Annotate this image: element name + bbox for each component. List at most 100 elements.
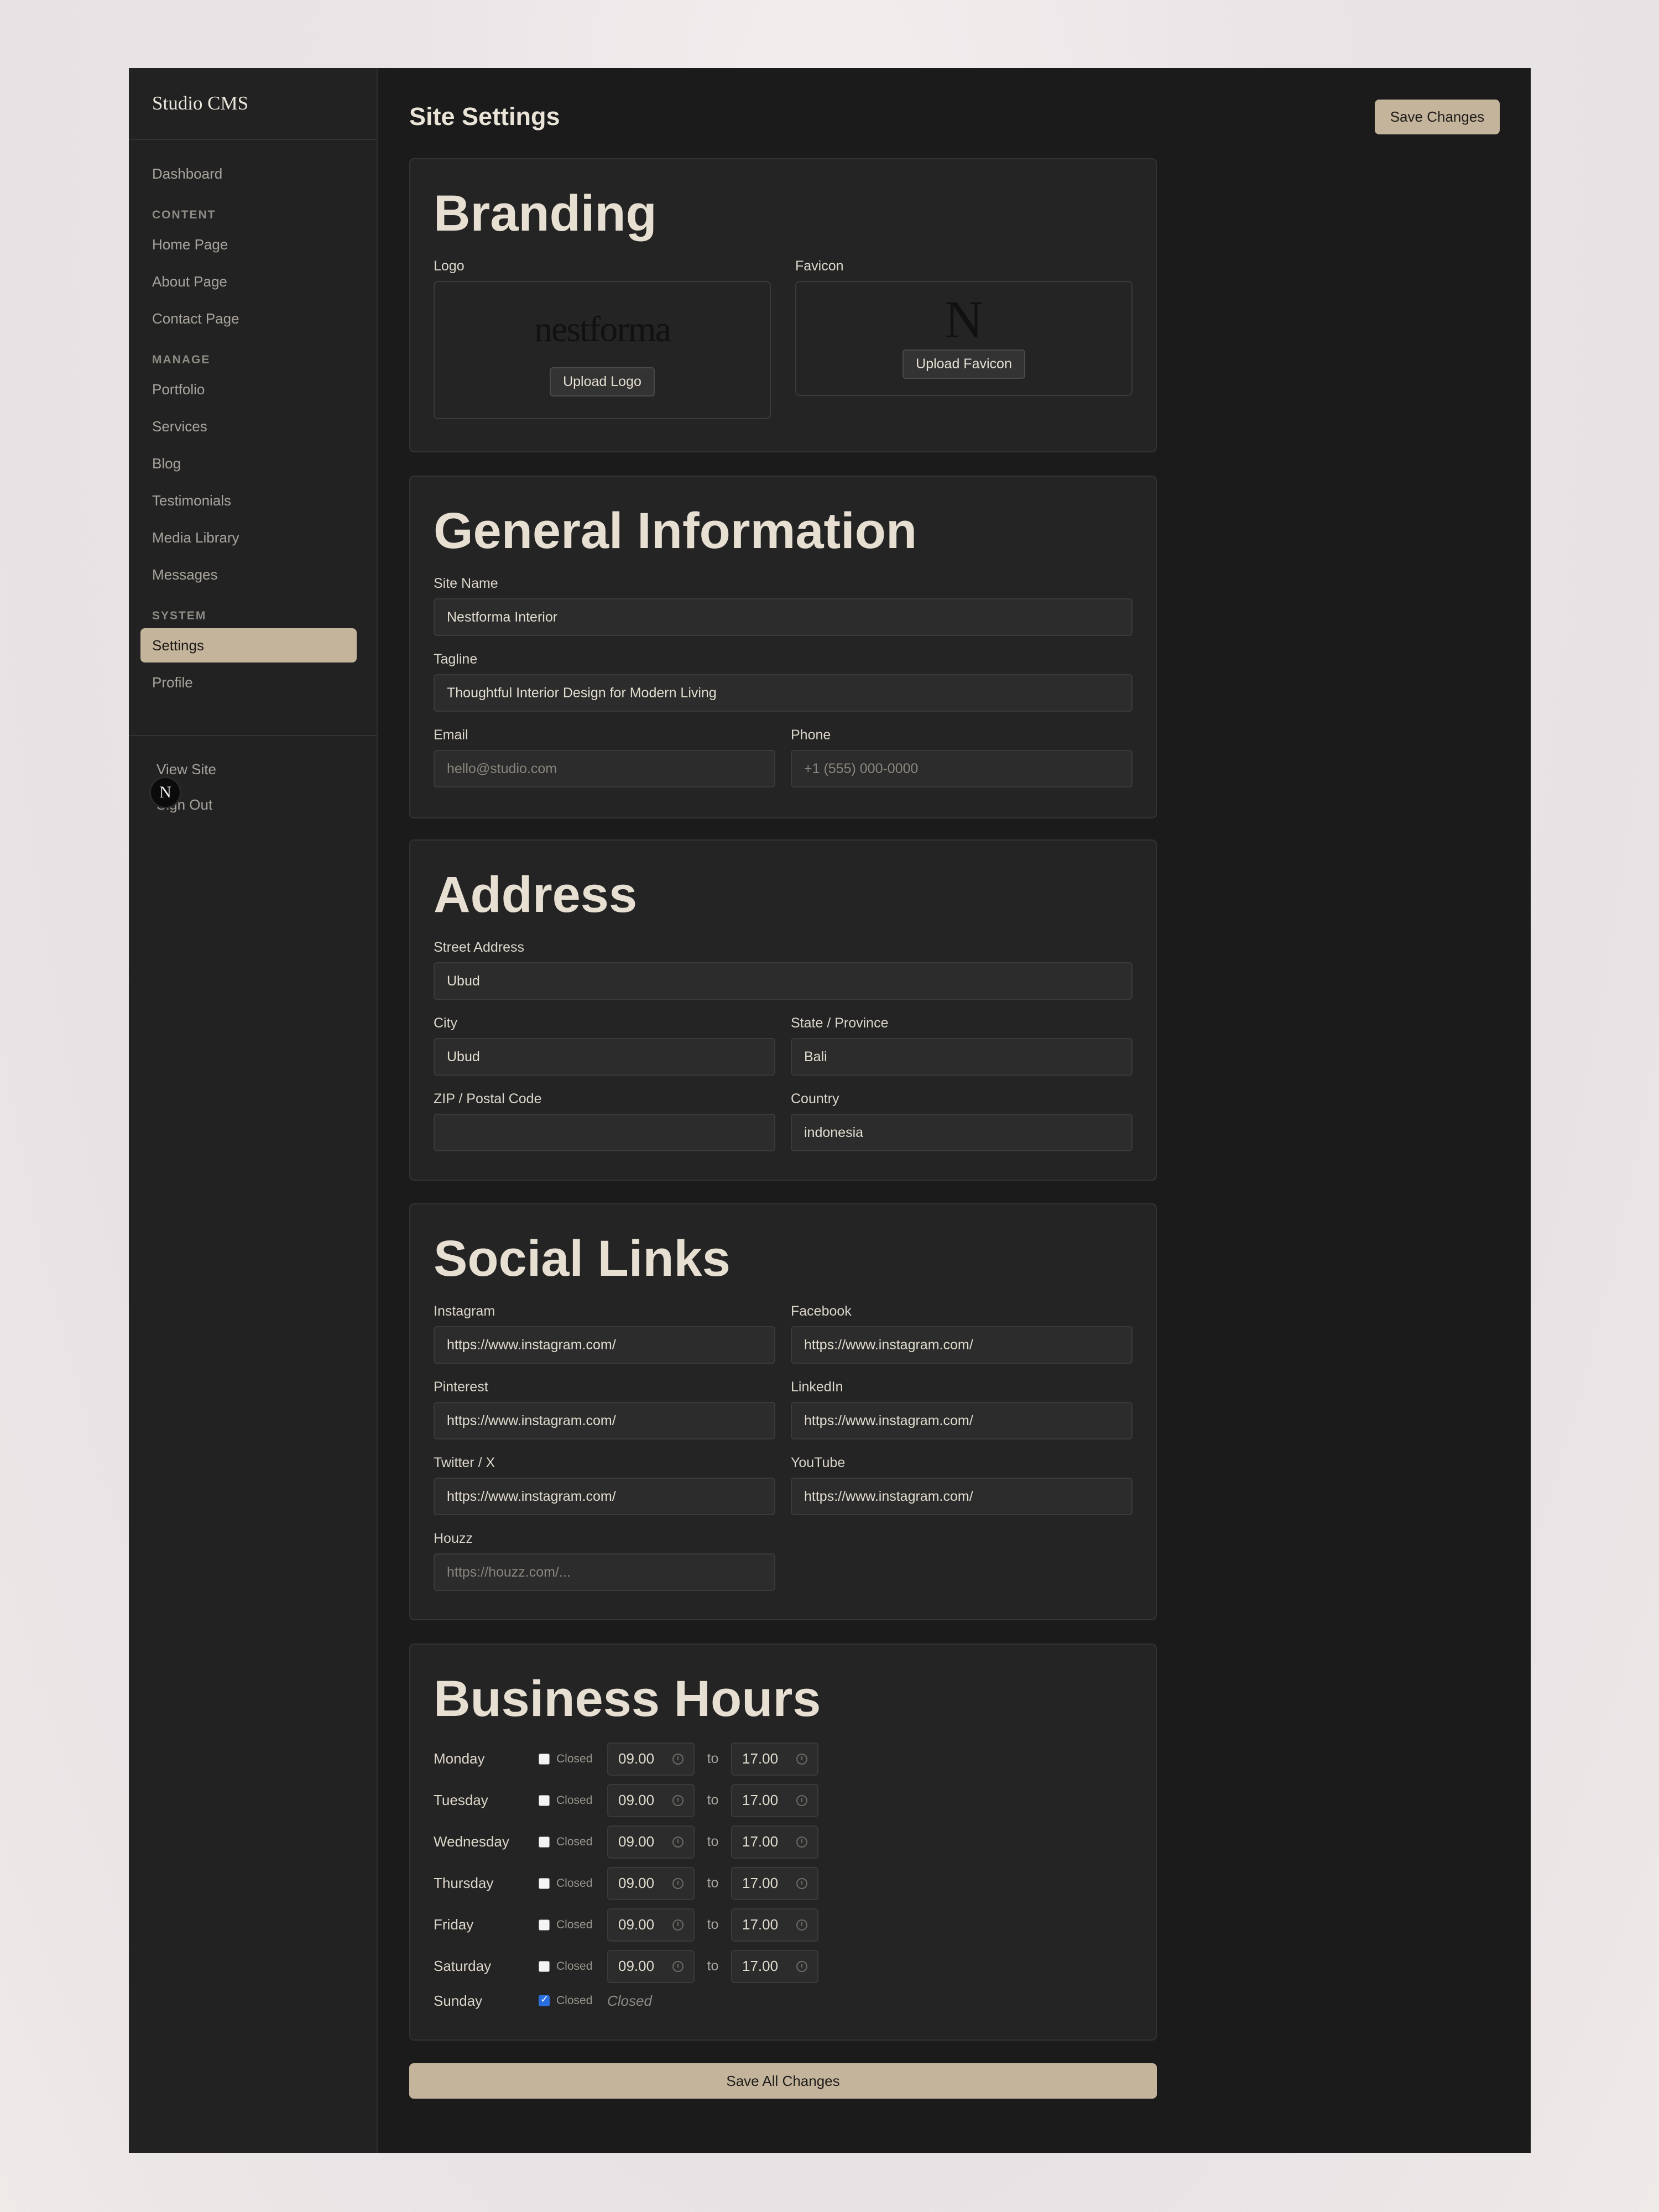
phone-label: Phone — [791, 727, 831, 743]
closed-label: Closed — [556, 1793, 593, 1807]
hours-row-friday: Friday Closed 09.00 to 17.00 — [434, 1904, 1133, 1945]
day-label: Thursday — [434, 1875, 494, 1892]
to-label: to — [707, 1834, 719, 1850]
sidebar-item-settings[interactable]: Settings — [140, 628, 357, 662]
zip-field[interactable] — [434, 1114, 775, 1152]
sidebar-item-home-page[interactable]: Home Page — [140, 227, 357, 262]
tagline-field[interactable]: Thoughtful Interior Design for Modern Li… — [434, 674, 1133, 712]
close-time-input[interactable]: 17.00 — [731, 1908, 818, 1942]
country-field[interactable]: indonesia — [791, 1114, 1133, 1152]
close-time-input[interactable]: 17.00 — [731, 1949, 818, 1983]
to-label: to — [707, 1958, 719, 1974]
sidebar-item-profile[interactable]: Profile — [140, 665, 357, 700]
open-time-input[interactable]: 09.00 — [607, 1825, 695, 1859]
address-card: Address Street Address Ubud City Ubud St… — [409, 839, 1157, 1181]
street-field[interactable]: Ubud — [434, 962, 1133, 1000]
clock-icon — [796, 1836, 807, 1848]
city-field[interactable]: Ubud — [434, 1038, 775, 1076]
closed-label: Closed — [556, 1918, 593, 1931]
favicon-upload-area[interactable]: N Upload Favicon — [795, 281, 1133, 397]
houzz-field[interactable]: https://houzz.com/... — [434, 1553, 775, 1592]
facebook-field[interactable]: https://www.instagram.com/ — [791, 1326, 1133, 1364]
clock-icon — [796, 1753, 807, 1765]
phone-field[interactable]: +1 (555) 000-0000 — [791, 750, 1133, 788]
open-time-value: 09.00 — [618, 1958, 655, 1975]
facebook-label: Facebook — [791, 1303, 852, 1319]
sidebar-item-about-page[interactable]: About Page — [140, 264, 357, 299]
street-label: Street Address — [434, 940, 524, 956]
open-time-input[interactable]: 09.00 — [607, 1742, 695, 1776]
close-time-value: 17.00 — [742, 1958, 779, 1975]
branding-card: Branding Logo nestforma Upload Logo Favi… — [409, 158, 1157, 452]
email-field[interactable]: hello@studio.com — [434, 750, 775, 788]
closed-checkbox[interactable] — [539, 1994, 550, 2007]
closed-checkbox[interactable] — [539, 1960, 550, 1972]
instagram-field[interactable]: https://www.instagram.com/ — [434, 1326, 775, 1364]
save-all-changes-button[interactable]: Save All Changes — [409, 2063, 1157, 2099]
hours-list: Monday Closed 09.00 to 17.00 Tuesday Clo… — [434, 1738, 1133, 2015]
open-time-input[interactable]: 09.00 — [607, 1783, 695, 1817]
state-label: State / Province — [791, 1015, 889, 1031]
sidebar-item-services[interactable]: Services — [140, 409, 357, 444]
clock-icon — [796, 1960, 807, 1972]
sidebar-item-media-library[interactable]: Media Library — [140, 520, 357, 555]
hours-row-monday: Monday Closed 09.00 to 17.00 — [434, 1738, 1133, 1780]
open-time-input[interactable]: 09.00 — [607, 1949, 695, 1983]
logo-label: Logo — [434, 258, 465, 274]
to-label: to — [707, 1792, 719, 1808]
close-time-input[interactable]: 17.00 — [731, 1825, 818, 1859]
logo-upload-area[interactable]: nestforma Upload Logo — [434, 281, 771, 420]
closed-label: Closed — [556, 1959, 593, 1973]
close-time-input[interactable]: 17.00 — [731, 1742, 818, 1776]
branding-title: Branding — [434, 185, 657, 242]
page-title: Site Settings — [409, 102, 560, 131]
hours-row-saturday: Saturday Closed 09.00 to 17.00 — [434, 1945, 1133, 1987]
open-time-input[interactable]: 09.00 — [607, 1866, 695, 1900]
sidebar-item-contact-page[interactable]: Contact Page — [140, 301, 357, 336]
sidebar-item-testimonials[interactable]: Testimonials — [140, 483, 357, 518]
upload-logo-button[interactable]: Upload Logo — [550, 367, 655, 397]
save-changes-button[interactable]: Save Changes — [1375, 100, 1500, 134]
closed-checkbox[interactable] — [539, 1836, 550, 1848]
close-time-value: 17.00 — [742, 1750, 779, 1767]
pinterest-field[interactable]: https://www.instagram.com/ — [434, 1402, 775, 1440]
closed-checkbox[interactable] — [539, 1794, 550, 1806]
closed-checkbox[interactable] — [539, 1919, 550, 1931]
clock-icon — [796, 1919, 807, 1931]
state-field[interactable]: Bali — [791, 1038, 1133, 1076]
closed-checkbox[interactable] — [539, 1753, 550, 1765]
clock-icon — [672, 1877, 684, 1889]
day-label: Monday — [434, 1750, 485, 1767]
youtube-field[interactable]: https://www.instagram.com/ — [791, 1478, 1133, 1516]
business-hours-card: Business Hours Monday Closed 09.00 to 17… — [409, 1644, 1157, 2041]
sidebar-section-system: SYSTEM — [152, 609, 207, 622]
main-content: Site Settings Save Changes Branding Logo… — [378, 68, 1531, 2153]
clock-icon — [796, 1794, 807, 1806]
brand-logo[interactable]: Studio CMS — [129, 68, 377, 140]
sidebar-item-blog[interactable]: Blog — [140, 446, 357, 481]
linkedin-field[interactable]: https://www.instagram.com/ — [791, 1402, 1133, 1440]
open-time-value: 09.00 — [618, 1916, 655, 1933]
close-time-input[interactable]: 17.00 — [731, 1866, 818, 1900]
twitter-label: Twitter / X — [434, 1455, 495, 1471]
sidebar: Studio CMS Dashboard CONTENT Home Page A… — [129, 68, 378, 2153]
clock-icon — [672, 1836, 684, 1848]
twitter-field[interactable]: https://www.instagram.com/ — [434, 1478, 775, 1516]
close-time-input[interactable]: 17.00 — [731, 1783, 818, 1817]
closed-checkbox[interactable] — [539, 1877, 550, 1889]
open-time-value: 09.00 — [618, 1833, 655, 1850]
sidebar-item-dashboard[interactable]: Dashboard — [140, 156, 357, 191]
close-time-value: 17.00 — [742, 1875, 779, 1892]
site-name-field[interactable]: Nestforma Interior — [434, 598, 1133, 637]
avatar[interactable]: N — [149, 776, 181, 808]
clock-icon — [672, 1753, 684, 1765]
hours-row-wednesday: Wednesday Closed 09.00 to 17.00 — [434, 1821, 1133, 1863]
closed-status-text: Closed — [607, 1992, 652, 2009]
hours-row-thursday: Thursday Closed 09.00 to 17.00 — [434, 1863, 1133, 1904]
sidebar-item-messages[interactable]: Messages — [140, 557, 357, 592]
upload-favicon-button[interactable]: Upload Favicon — [902, 349, 1025, 379]
open-time-input[interactable]: 09.00 — [607, 1908, 695, 1942]
day-label: Friday — [434, 1916, 474, 1933]
sidebar-item-portfolio[interactable]: Portfolio — [140, 372, 357, 406]
general-info-title: General Information — [434, 503, 917, 559]
